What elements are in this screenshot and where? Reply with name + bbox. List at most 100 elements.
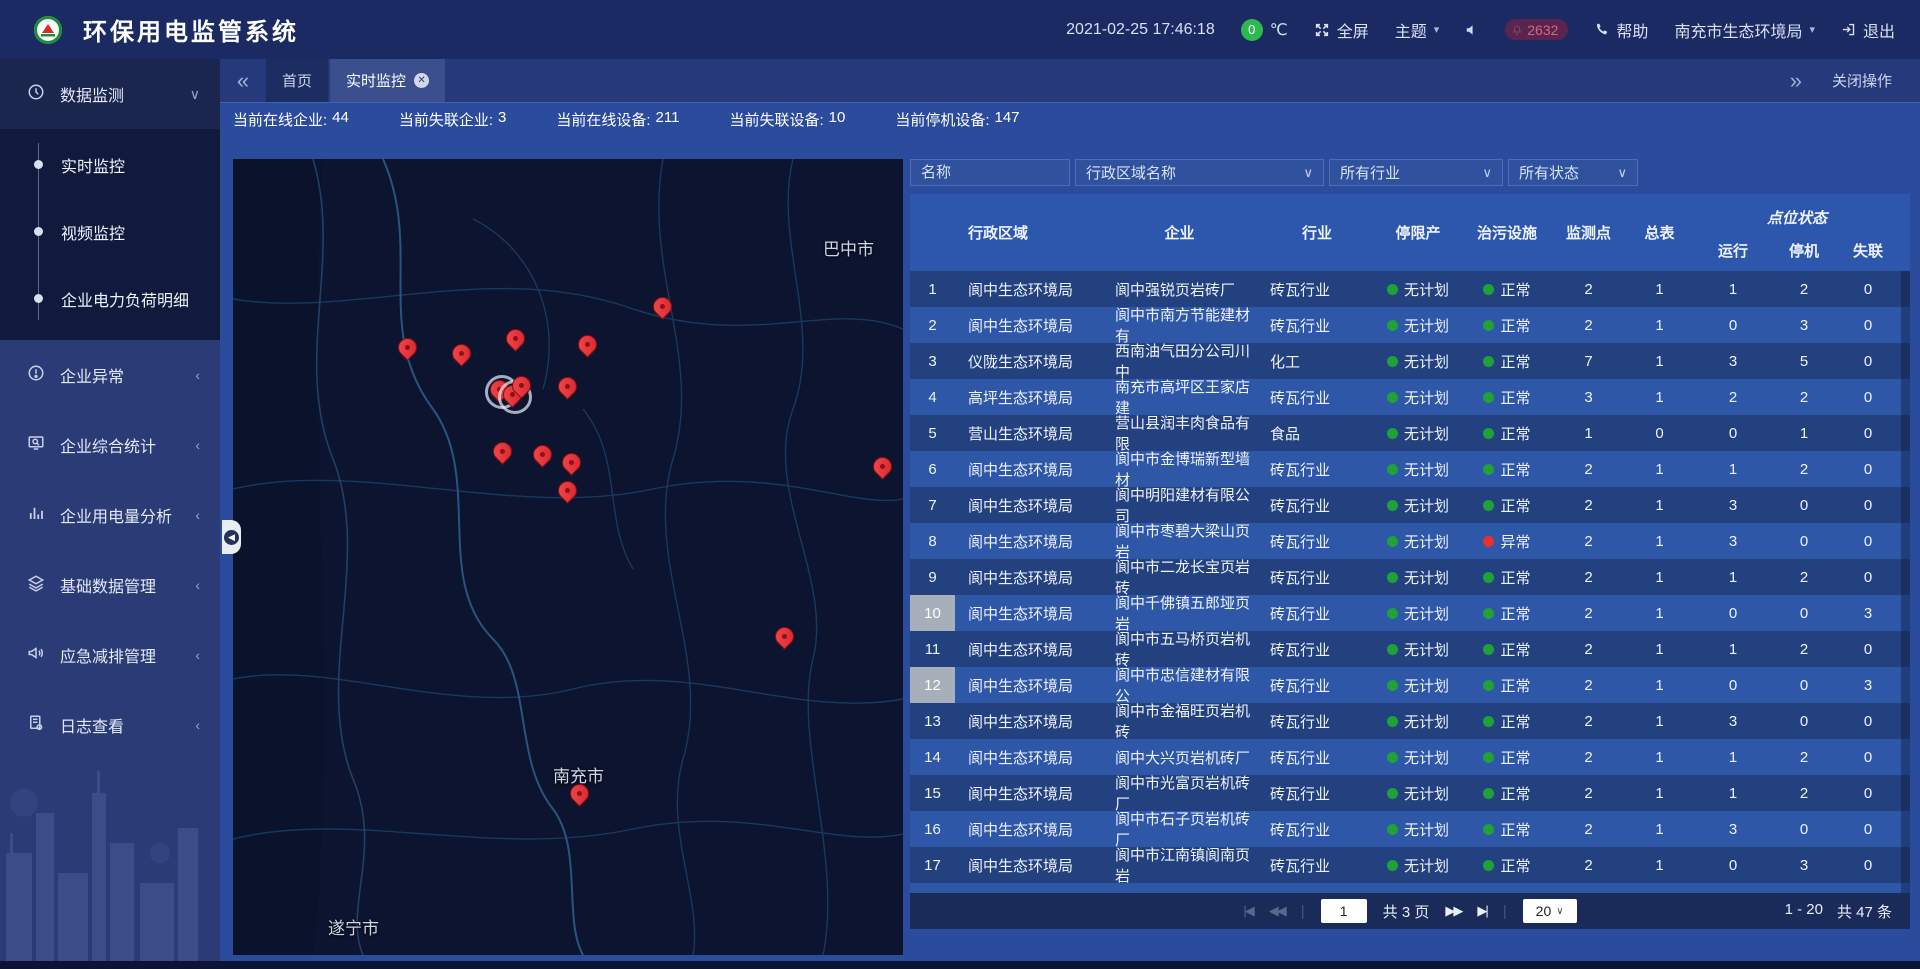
map-pin-icon[interactable]: [578, 335, 598, 355]
table-row[interactable]: 17阆中生态环境局阆中市江南镇阆南页岩砖瓦行业无计划正常21030: [910, 847, 1910, 883]
sidebar-item-log-view[interactable]: 日志查看‹: [0, 690, 220, 760]
status-select[interactable]: 所有状态 ∨: [1508, 159, 1638, 186]
close-icon[interactable]: ✕: [414, 73, 429, 88]
row-run-count: 1: [1697, 559, 1769, 595]
table-row[interactable]: 5营山生态环境局营山县润丰肉食品有限食品无计划正常10010: [910, 415, 1910, 451]
fullscreen-button[interactable]: 全屏: [1314, 18, 1369, 42]
table-row[interactable]: 18南部生态环境局南部县建兴页岩砖厂砖瓦行业无计划正常21030: [910, 883, 1910, 893]
first-page-button[interactable]: |◀: [1243, 903, 1252, 919]
sidebar-item-data-monitoring[interactable]: 数据监测∨: [0, 59, 220, 129]
status-dot-icon: [1483, 572, 1494, 583]
map-pin-icon[interactable]: [558, 377, 578, 397]
map-pin-icon[interactable]: [873, 457, 893, 477]
table-row[interactable]: 15阆中生态环境局阆中市光富页岩机砖厂砖瓦行业无计划正常21120: [910, 775, 1910, 811]
mute-button[interactable]: [1465, 23, 1479, 37]
user-dropdown[interactable]: 南充市生态环境局 ▾: [1674, 18, 1815, 42]
sidebar-item-base-data[interactable]: 基础数据管理‹: [0, 550, 220, 620]
row-industry: 砖瓦行业: [1257, 631, 1377, 667]
row-lost-count: 0: [1839, 739, 1897, 775]
pin-shape: [489, 438, 516, 465]
table-row[interactable]: 7阆中生态环境局阆中明阳建材有限公司砖瓦行业无计划正常21300: [910, 487, 1910, 523]
app-logo-icon: [33, 15, 63, 45]
theme-dropdown[interactable]: 主题▾: [1395, 18, 1440, 42]
row-region: 仪陇生态环境局: [955, 343, 1102, 379]
map-pin-icon[interactable]: [533, 445, 553, 465]
industry-select[interactable]: 所有行业 ∨: [1329, 159, 1503, 186]
row-meter-count: 1: [1622, 739, 1697, 775]
map-pin-icon[interactable]: [558, 481, 578, 501]
last-page-button[interactable]: ▶|: [1477, 903, 1486, 919]
table-row[interactable]: 12阆中生态环境局阆中市忠信建材有限公砖瓦行业无计划正常21003: [910, 667, 1910, 703]
table-scrollbar[interactable]: [1901, 271, 1910, 893]
map-pin-icon[interactable]: [562, 453, 582, 473]
row-meter-count: 1: [1622, 343, 1697, 379]
tab-label: 首页: [282, 70, 312, 91]
table-row[interactable]: 13阆中生态环境局阆中市金福旺页岩机砖砖瓦行业无计划正常21300: [910, 703, 1910, 739]
prev-page-button[interactable]: ◀◀: [1269, 903, 1285, 919]
status-dot-icon: [1483, 356, 1494, 367]
map-pin-icon[interactable]: [452, 344, 472, 364]
map-pin-icon[interactable]: [493, 442, 513, 462]
row-run-count: 0: [1697, 847, 1769, 883]
tab-home[interactable]: 首页: [266, 59, 328, 102]
sidebar-item-power-analysis[interactable]: 企业用电量分析‹: [0, 480, 220, 550]
region-select[interactable]: 行政区域名称 ∨: [1075, 159, 1324, 186]
map[interactable]: 巴中市南充市遂宁市: [233, 159, 903, 955]
tab-realtime-monitor[interactable]: 实时监控✕: [330, 59, 445, 102]
help-button[interactable]: 帮助: [1594, 18, 1648, 42]
tabs-scroll-right-button[interactable]: »: [1790, 68, 1802, 94]
table-row[interactable]: 8阆中生态环境局阆中市枣碧大梁山页岩砖瓦行业无计划异常21300: [910, 523, 1910, 559]
map-pin-icon[interactable]: [653, 297, 673, 317]
map-pin-icon[interactable]: [512, 376, 532, 396]
table-row[interactable]: 11阆中生态环境局阆中市五马桥页岩机砖砖瓦行业无计划正常21120: [910, 631, 1910, 667]
table-row[interactable]: 14阆中生态环境局阆中大兴页岩机砖厂砖瓦行业无计划正常21120: [910, 739, 1910, 775]
page-size-select[interactable]: 20∨: [1523, 899, 1577, 923]
table-row[interactable]: 2阆中生态环境局阆中市南方节能建材有砖瓦行业无计划正常21030: [910, 307, 1910, 343]
sidebar-group-enterprise-statistics: 企业综合统计‹: [0, 410, 220, 480]
table-row[interactable]: 1阆中生态环境局阆中强锐页岩砖厂砖瓦行业无计划正常21120: [910, 271, 1910, 307]
column-group-point-status: 点位状态 运行 停机 失联: [1697, 194, 1897, 271]
sidebar-item-video-monitor[interactable]: 视频监控: [0, 198, 220, 265]
table-row[interactable]: 16阆中生态环境局阆中市石子页岩机砖厂砖瓦行业无计划正常21300: [910, 811, 1910, 847]
stop-status-text: 无计划: [1404, 315, 1449, 336]
row-run-count: 2: [1697, 379, 1769, 415]
table-row[interactable]: 4高坪生态环境局南充市高坪区王家店建砖瓦行业无计划正常31220: [910, 379, 1910, 415]
table-row[interactable]: 3仪陇生态环境局西南油气田分公司川中化工无计划正常71350: [910, 343, 1910, 379]
table-row[interactable]: 9阆中生态环境局阆中市二龙长宝页岩砖砖瓦行业无计划正常21120: [910, 559, 1910, 595]
row-industry: 食品: [1257, 415, 1377, 451]
table-row[interactable]: 6阆中生态环境局阆中市金博瑞新型墙材砖瓦行业无计划正常21120: [910, 451, 1910, 487]
horn-icon: [27, 644, 45, 667]
map-pin-icon[interactable]: [506, 329, 526, 349]
row-company: 阆中明阳建材有限公司: [1102, 487, 1257, 523]
sidebar-subitem-label: 视频监控: [61, 220, 125, 244]
map-pin-icon[interactable]: [775, 627, 795, 647]
table-row[interactable]: 10阆中生态环境局阆中千佛镇五郎垭页岩砖瓦行业无计划正常21003: [910, 595, 1910, 631]
notification-badge[interactable]: 2632: [1505, 19, 1568, 40]
sidebar-item-realtime-monitor[interactable]: 实时监控: [0, 131, 220, 198]
row-industry: 砖瓦行业: [1257, 811, 1377, 847]
sidebar-collapse-handle[interactable]: ◀: [222, 520, 241, 554]
sidebar-item-enterprise-statistics[interactable]: 企业综合统计‹: [0, 410, 220, 480]
row-stop-status: 无计划: [1377, 703, 1459, 739]
row-industry: 砖瓦行业: [1257, 271, 1377, 307]
row-halt-count: 2: [1769, 631, 1839, 667]
map-pin-icon[interactable]: [398, 338, 418, 358]
map-pin-icon[interactable]: [570, 784, 590, 804]
chevron-left-icon: ‹: [195, 717, 200, 733]
chevron-down-icon: ∨: [1293, 165, 1313, 181]
sidebar-item-power-load-detail[interactable]: 企业电力负荷明细: [0, 265, 220, 332]
pin-shape: [869, 453, 896, 480]
close-operations-button[interactable]: 关闭操作: [1832, 70, 1892, 91]
page-number-input[interactable]: [1321, 899, 1367, 923]
chevron-left-icon: ‹: [195, 507, 200, 523]
pin-shape: [529, 441, 556, 468]
sidebar-item-emergency-reduction[interactable]: 应急减排管理‹: [0, 620, 220, 690]
row-industry: 砖瓦行业: [1257, 667, 1377, 703]
status-dot-icon: [1387, 464, 1398, 475]
row-index: 14: [910, 739, 955, 775]
name-search-input[interactable]: [910, 159, 1070, 186]
next-page-button[interactable]: ▶▶: [1445, 903, 1461, 919]
sidebar-item-enterprise-abnormal[interactable]: 企业异常‹: [0, 340, 220, 410]
logout-button[interactable]: 退出: [1841, 18, 1895, 42]
tabs-scroll-left-button[interactable]: «: [220, 59, 266, 102]
